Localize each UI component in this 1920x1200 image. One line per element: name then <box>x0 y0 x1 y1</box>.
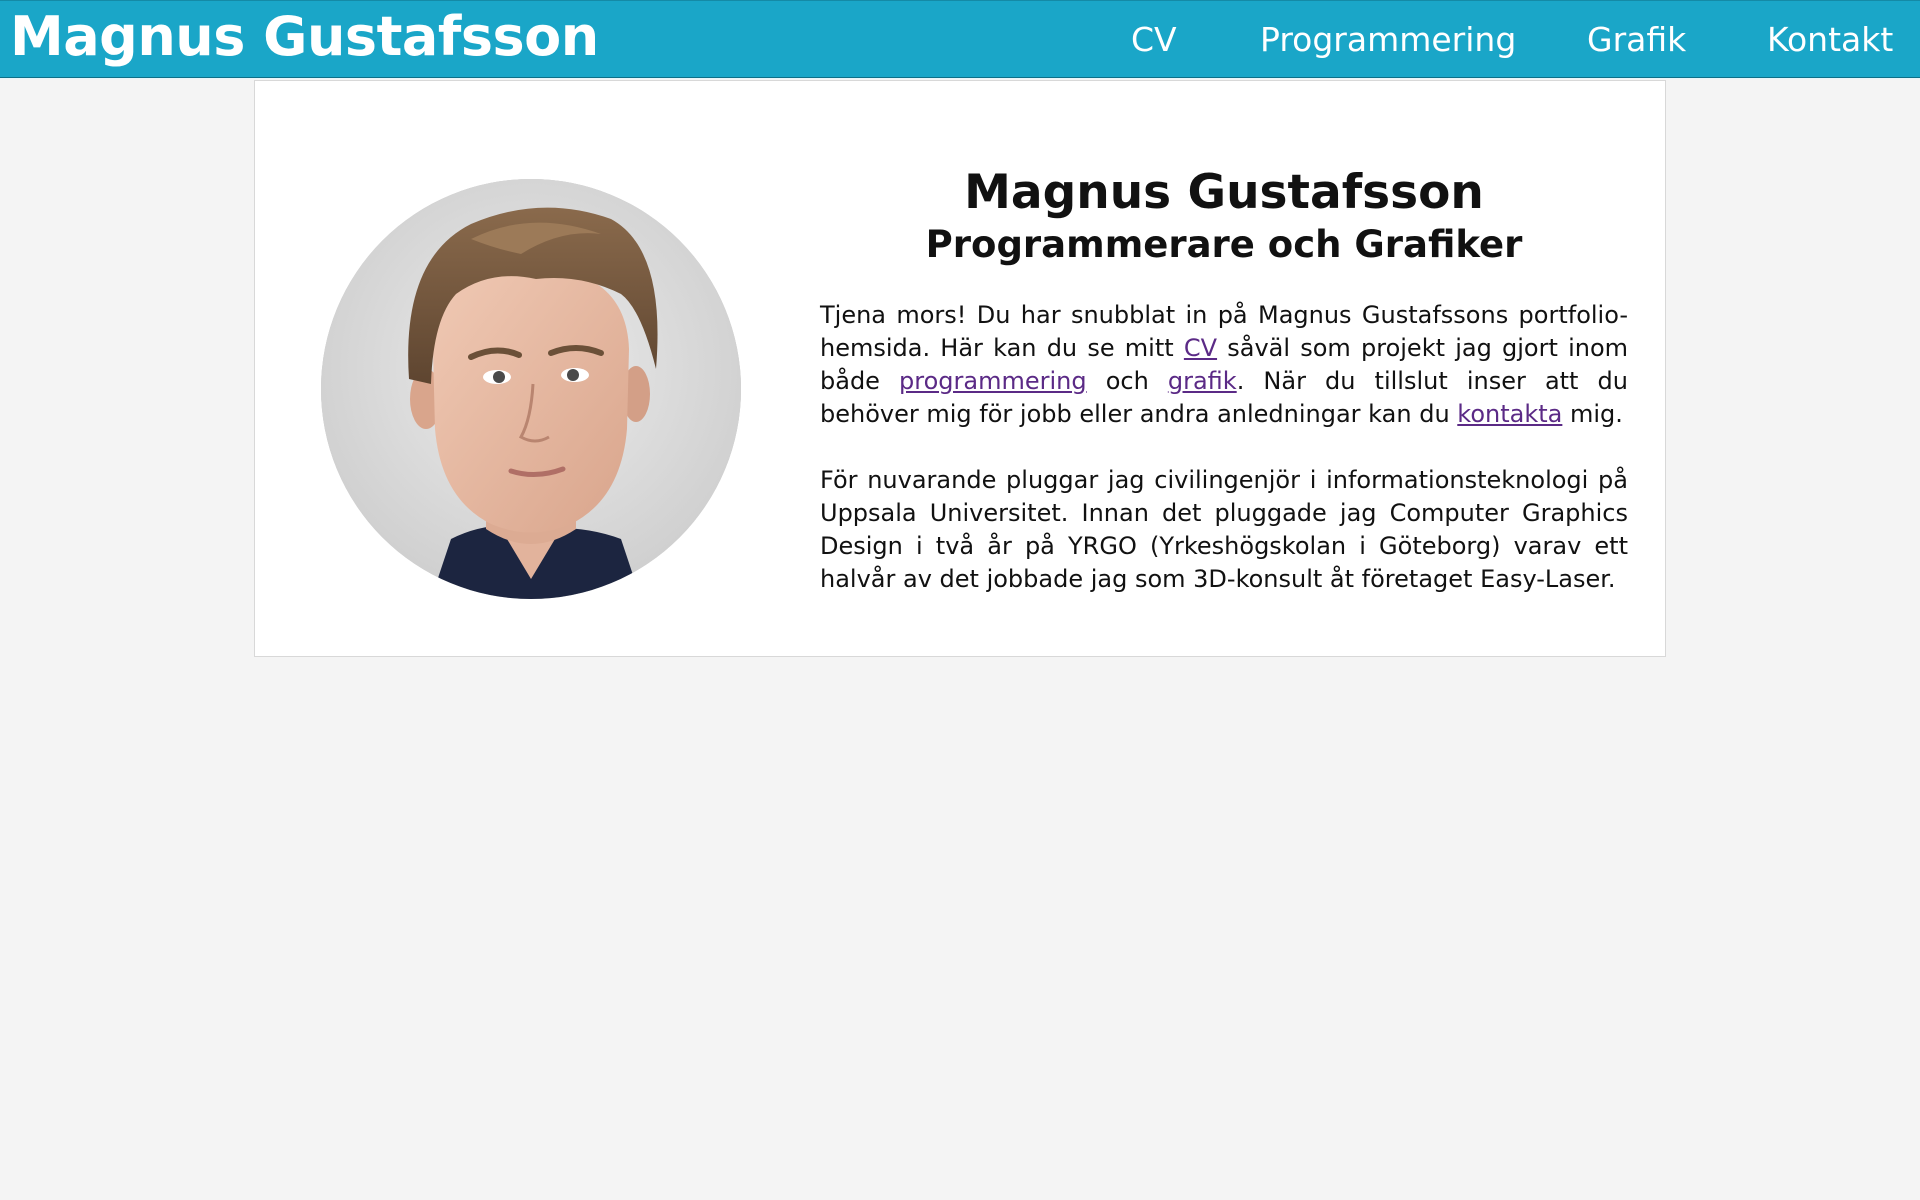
inline-link-programmering[interactable]: programmering <box>899 367 1087 395</box>
education-paragraph: För nuvarande pluggar jag civilingenjör … <box>820 466 1628 593</box>
inline-link-grafik[interactable]: grafik <box>1168 367 1237 395</box>
profile-name-heading: Magnus Gustafsson <box>964 165 1484 220</box>
intro-text-3: och <box>1086 367 1168 395</box>
intro-paragraph: Tjena mors! Du har snubblat in på Magnus… <box>820 299 1628 431</box>
nav-link-kontakt[interactable]: Kontakt <box>1767 1 1893 78</box>
intro-text-5: mig. <box>1562 400 1623 428</box>
top-navigation-bar: Magnus Gustafsson CV Programmering Grafi… <box>0 0 1920 77</box>
profile-text-column: Magnus Gustafsson Programmerare och Graf… <box>820 161 1628 596</box>
profile-role-heading: Programmerare och Grafiker <box>925 223 1523 266</box>
profile-card: Magnus Gustafsson Programmerare och Graf… <box>254 80 1666 657</box>
inline-link-cv[interactable]: CV <box>1184 334 1217 362</box>
nav-link-programmering[interactable]: Programmering <box>1260 1 1516 78</box>
site-title-link[interactable]: Magnus Gustafsson <box>10 3 599 71</box>
nav-link-grafik[interactable]: Grafik <box>1587 1 1686 78</box>
inline-link-kontakta[interactable]: kontakta <box>1457 400 1562 428</box>
nav-link-cv[interactable]: CV <box>1131 1 1177 78</box>
profile-portrait-photo <box>321 179 741 599</box>
